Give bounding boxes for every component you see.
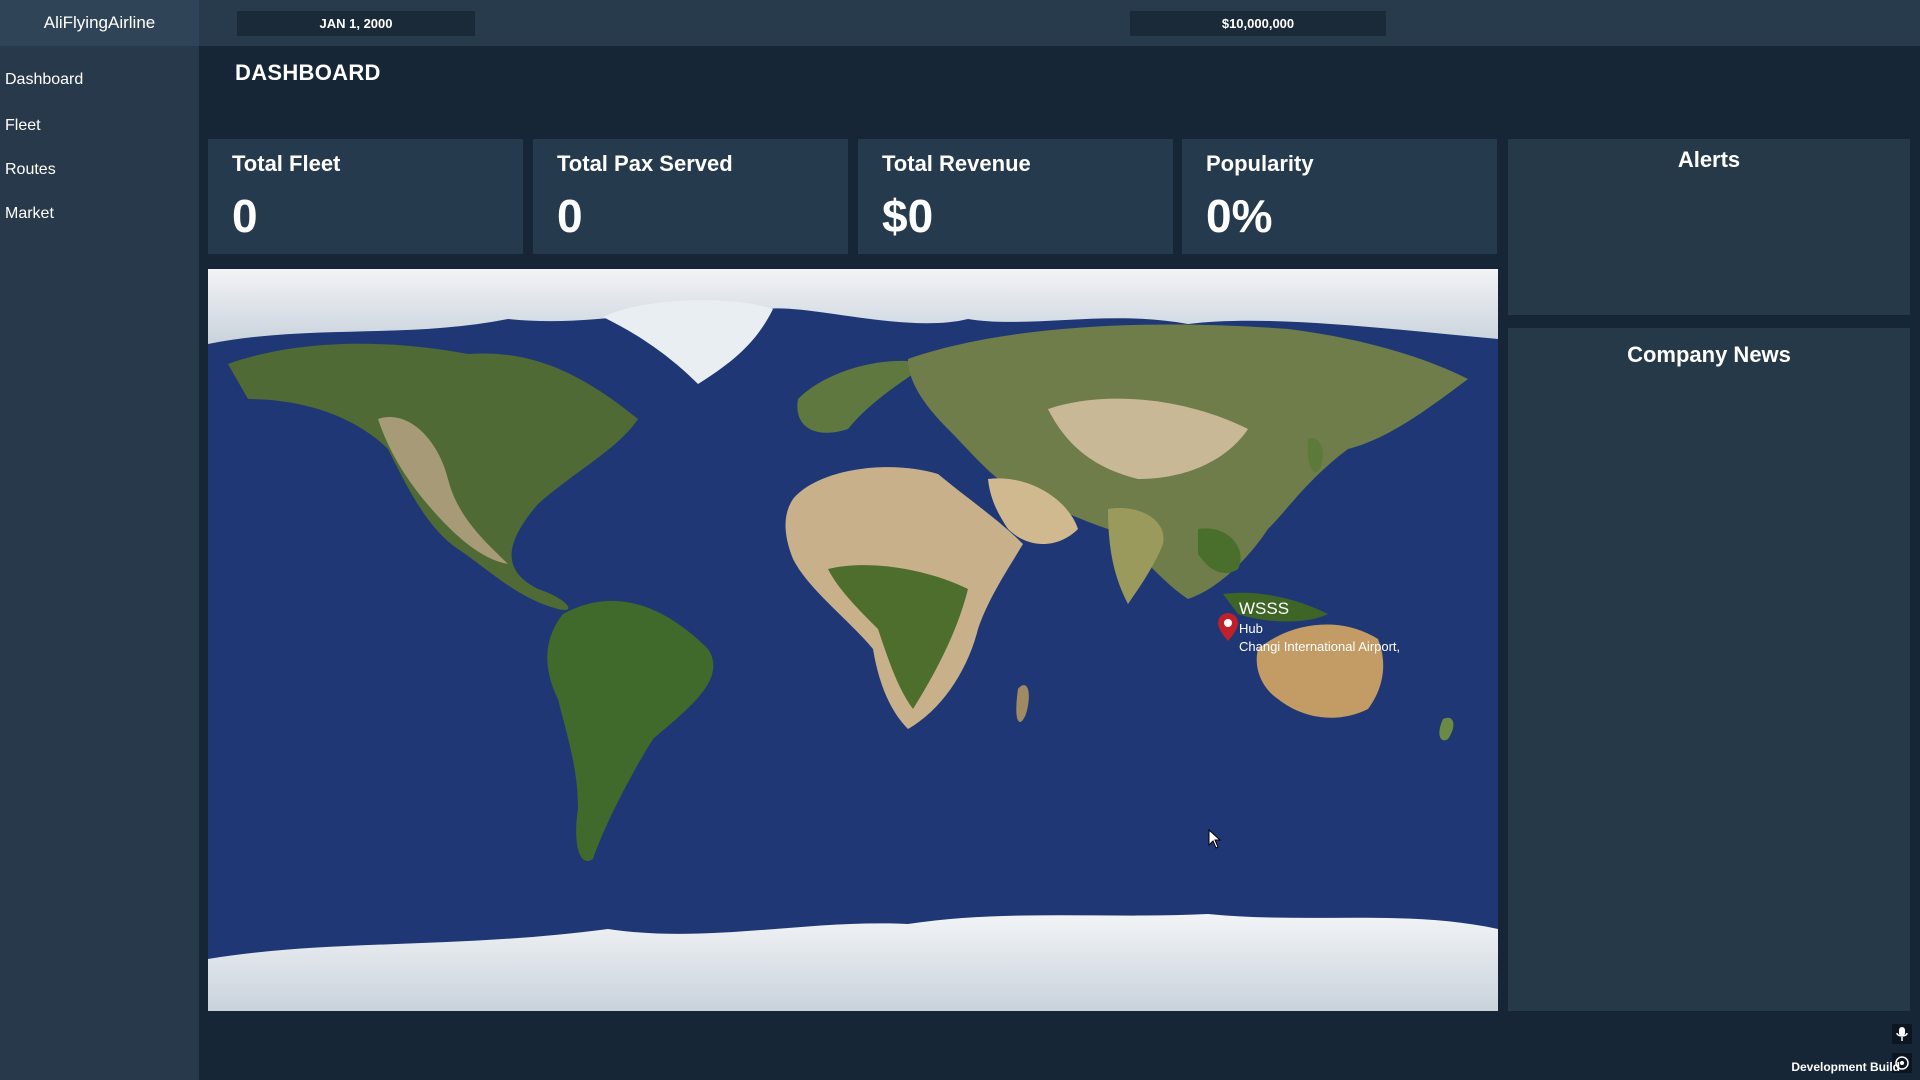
alerts-panel: Alerts bbox=[1508, 139, 1910, 315]
airport-name: Changi International Airport, bbox=[1239, 639, 1401, 654]
stat-label: Total Fleet bbox=[232, 151, 341, 176]
sidebar-item-routes[interactable]: Routes bbox=[5, 161, 56, 179]
stat-card-total-pax: Total Pax Served 0 bbox=[533, 139, 848, 254]
mouse-cursor-icon bbox=[1208, 828, 1222, 854]
stat-label: Popularity bbox=[1206, 151, 1314, 176]
app-name-header: AliFlyingAirline bbox=[0, 0, 199, 46]
airport-code: WSSS bbox=[1239, 599, 1290, 618]
money-balance: $10,000,000 bbox=[1130, 11, 1386, 36]
app-name: AliFlyingAirline bbox=[43, 13, 156, 32]
sidebar-item-market[interactable]: Market bbox=[5, 205, 54, 223]
stat-card-popularity: Popularity 0% bbox=[1182, 139, 1497, 254]
world-map[interactable]: WSSS Hub Changi International Airport, bbox=[208, 269, 1498, 1011]
stat-label: Total Revenue bbox=[882, 151, 1031, 176]
company-news-panel: Company News bbox=[1508, 328, 1910, 1011]
sidebar-item-fleet[interactable]: Fleet bbox=[5, 117, 41, 135]
development-build-label: Development Build bbox=[1791, 1060, 1900, 1074]
stat-value: 0% bbox=[1206, 190, 1273, 242]
stat-card-total-revenue: Total Revenue $0 bbox=[858, 139, 1173, 254]
stat-label: Total Pax Served bbox=[557, 151, 733, 176]
game-date: JAN 1, 2000 bbox=[237, 11, 475, 36]
alerts-title: Alerts bbox=[1677, 147, 1741, 172]
page-title: DASHBOARD bbox=[235, 60, 381, 85]
sidebar: AliFlyingAirline Dashboard Fleet Routes … bbox=[0, 0, 199, 1080]
top-bar: JAN 1, 2000 $10,000,000 bbox=[199, 0, 1920, 46]
sidebar-item-dashboard[interactable]: Dashboard bbox=[5, 71, 83, 89]
stat-value: $0 bbox=[882, 190, 934, 242]
stat-value: 0 bbox=[557, 190, 583, 242]
airport-type: Hub bbox=[1239, 621, 1263, 636]
microphone-icon[interactable] bbox=[1892, 1024, 1912, 1044]
stat-value: 0 bbox=[232, 190, 258, 242]
company-news-title: Company News bbox=[1627, 342, 1791, 367]
stat-card-total-fleet: Total Fleet 0 bbox=[208, 139, 523, 254]
